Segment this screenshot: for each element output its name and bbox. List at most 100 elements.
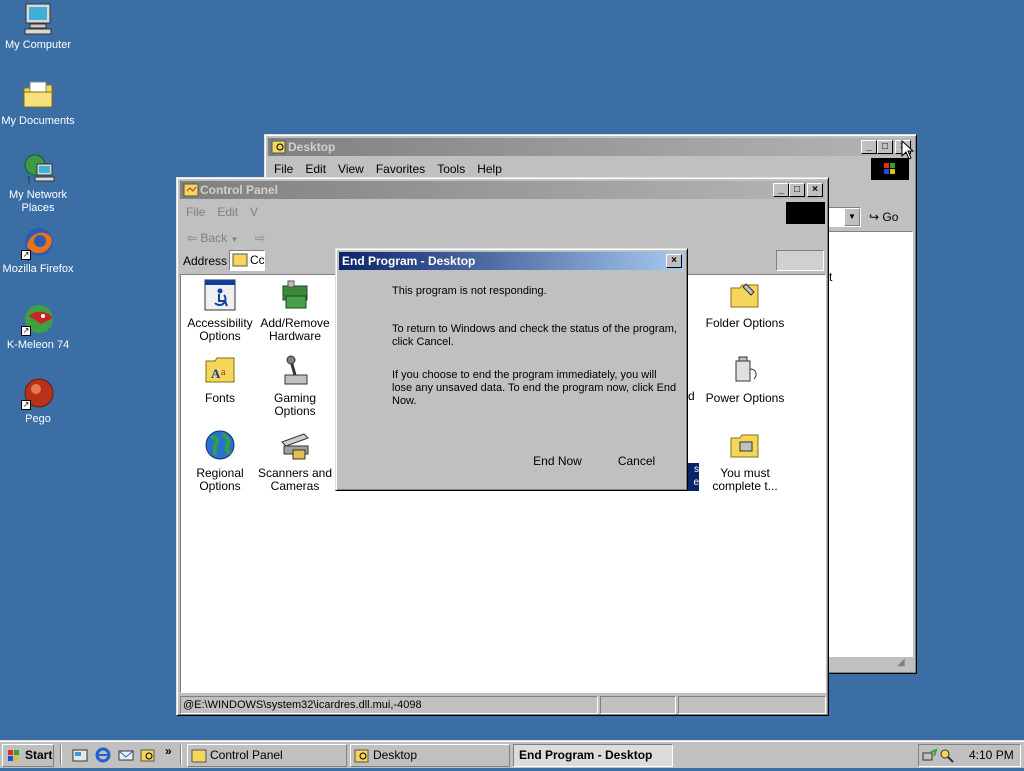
taskbar-divider <box>180 745 182 765</box>
folder-documents-icon <box>21 78 55 112</box>
svg-text:a: a <box>221 367 226 378</box>
maximize-button[interactable]: □ <box>877 140 893 154</box>
end-now-button[interactable]: End Now <box>520 451 595 474</box>
system-tray: 4:10 PM <box>918 744 1021 767</box>
maximize-button[interactable]: □ <box>789 183 805 197</box>
cp-item-scanners-cameras[interactable]: Scanners and Cameras <box>255 428 335 493</box>
windows-logo-icon <box>6 748 22 764</box>
control-panel-titlebar[interactable]: Control Panel _ □ × <box>180 181 825 199</box>
desktop-icon-label: Mozilla Firefox <box>2 263 74 275</box>
shortcut-arrow-icon: ↗ <box>21 250 31 260</box>
accessibility-icon <box>203 278 237 312</box>
start-button[interactable]: Start <box>2 744 54 767</box>
svg-text:A: A <box>211 366 221 381</box>
desktop-icon-pego[interactable]: ↗ Pego <box>0 376 76 426</box>
quicklaunch-ie-icon[interactable] <box>95 747 111 766</box>
status-text: @E:\WINDOWS\system32\icardres.dll.mui,-4… <box>180 696 598 714</box>
quicklaunch-show-desktop-icon[interactable] <box>72 747 88 766</box>
resize-grip-icon[interactable]: ◢ <box>897 657 911 671</box>
task-label: Desktop <box>373 748 418 762</box>
menu-file[interactable]: File <box>268 159 299 176</box>
desktop-icon-label: K-Meleon 74 <box>6 339 70 351</box>
computer-icon <box>21 2 55 36</box>
close-button[interactable]: × <box>666 254 682 268</box>
desktop-icon-label: Pego <box>25 413 51 425</box>
back-arrow-icon: ⇦ <box>187 231 198 245</box>
cp-item-label: Regional Options <box>196 466 244 493</box>
task-button-end-program[interactable]: End Program - Desktop <box>513 744 673 767</box>
desktop-icon-my-documents[interactable]: My Documents <box>0 78 76 128</box>
menu-view[interactable]: View <box>332 159 370 176</box>
address-input[interactable]: Cc <box>229 250 265 271</box>
start-label: Start <box>25 748 53 762</box>
menu-edit[interactable]: Edit <box>211 202 244 219</box>
cp-item-folder-options[interactable]: Folder Options <box>705 278 785 330</box>
go-button[interactable]: ↪ Go <box>869 207 911 227</box>
cp-item-regional-options[interactable]: Regional Options <box>180 428 260 493</box>
desktop-window-content <box>827 231 913 657</box>
hardware-icon <box>278 278 312 312</box>
task-button-control-panel[interactable]: Control Panel <box>187 744 347 767</box>
cp-item-add-remove-hardware[interactable]: Add/Remove Hardware <box>255 278 335 343</box>
back-button[interactable]: ⇦ Back ▼ <box>187 228 257 248</box>
cp-item-accessibility[interactable]: Accessibility Options <box>180 278 260 343</box>
menu-edit[interactable]: Edit <box>299 159 332 176</box>
network-places-icon <box>21 152 55 186</box>
throbber <box>786 202 825 224</box>
cp-item-label: Accessibility Options <box>187 316 253 343</box>
explorer-window-icon <box>354 748 370 764</box>
menu-favorites[interactable]: Favorites <box>370 159 431 176</box>
taskbar-divider <box>60 745 62 765</box>
status-pane <box>600 696 676 714</box>
task-button-desktop[interactable]: Desktop <box>350 744 510 767</box>
dialog-titlebar[interactable]: End Program - Desktop × <box>339 252 684 270</box>
control-panel-icon <box>183 182 199 198</box>
end-program-dialog[interactable]: End Program - Desktop × This program is … <box>335 248 688 491</box>
cp-item-fonts[interactable]: Aa Fonts <box>180 353 260 405</box>
menu-file[interactable]: File <box>180 202 211 219</box>
scanner-icon <box>278 428 312 462</box>
desktop-icon-k-meleon[interactable]: ↗ K-Meleon 74 <box>0 302 76 352</box>
menu-view[interactable]: V <box>244 202 264 219</box>
cp-item-label: Folder Options <box>705 316 785 330</box>
desktop-icon-my-network-places[interactable]: My Network Places <box>0 152 76 215</box>
window-title: Desktop <box>288 140 336 154</box>
k-meleon-icon: ↗ <box>21 302 55 336</box>
task-label: Control Panel <box>210 748 283 762</box>
go-arrow-icon: ↪ <box>869 210 880 224</box>
back-label: Back <box>200 231 228 245</box>
pego-icon: ↗ <box>21 376 55 410</box>
tray-search-icon[interactable] <box>939 748 955 767</box>
cancel-button[interactable]: Cancel <box>599 451 674 474</box>
cp-item-label: Gaming Options <box>273 391 317 418</box>
go-label: Go <box>882 210 899 224</box>
cp-item-gaming-options[interactable]: Gaming Options <box>255 353 335 418</box>
dialog-message-end-now-info: If you choose to end the program immedia… <box>392 369 677 407</box>
chevron-down-icon: ▼ <box>844 208 860 226</box>
cp-item-power-options[interactable]: Power Options <box>705 353 785 405</box>
close-button[interactable]: × <box>807 183 823 197</box>
desktop-icon-mozilla-firefox[interactable]: ↗ Mozilla Firefox <box>0 226 76 276</box>
tray-network-icon[interactable] <box>922 748 938 767</box>
menu-help[interactable]: Help <box>471 159 508 176</box>
desktop-window-titlebar[interactable]: Desktop _ □ × <box>268 138 913 156</box>
cp-item-you-must-complete[interactable]: You must complete t... <box>705 428 785 493</box>
quicklaunch-explorer-icon[interactable] <box>140 747 156 766</box>
explorer-window-icon <box>271 139 287 155</box>
mouse-cursor-icon <box>901 139 915 163</box>
folder-options-icon <box>728 278 762 312</box>
desktop-icon-label: My Documents <box>1 115 75 127</box>
minimize-button[interactable]: _ <box>861 140 877 154</box>
desktop-icon-my-computer[interactable]: My Computer <box>0 2 76 52</box>
minimize-button[interactable]: _ <box>773 183 789 197</box>
forward-arrow-icon: ⇨ <box>255 231 266 245</box>
menu-tools[interactable]: Tools <box>431 159 471 176</box>
window-title: Control Panel <box>200 183 279 197</box>
chevron-double-right-icon[interactable]: » <box>165 744 172 758</box>
status-bar: @E:\WINDOWS\system32\icardres.dll.mui,-4… <box>180 696 826 714</box>
clock[interactable]: 4:10 PM <box>969 745 1014 766</box>
forward-button[interactable]: ⇨ <box>255 228 269 248</box>
address-value: Cc <box>250 253 265 267</box>
quicklaunch-outlook-icon[interactable] <box>118 747 134 766</box>
address-dropdown[interactable]: ▼ <box>827 207 861 227</box>
